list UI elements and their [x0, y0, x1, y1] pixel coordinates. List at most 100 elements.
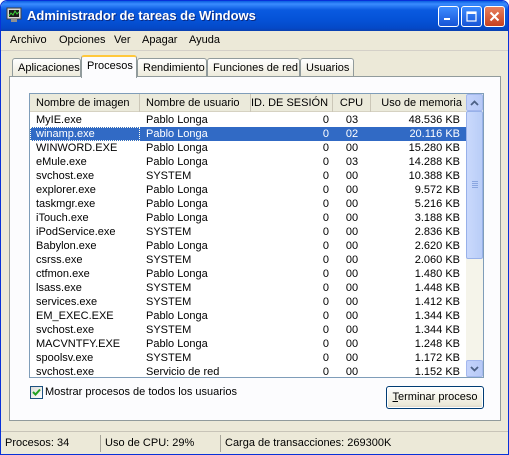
cell-user-name: Pablo Longa [146, 198, 208, 210]
column-header-image-name[interactable]: Nombre de imagen [30, 94, 140, 112]
cell-image-name: MACVNTFY.EXE [36, 338, 121, 350]
column-header-session-id[interactable]: ID. DE SESIÓN [251, 94, 333, 112]
table-row[interactable]: svchost.exe SYSTEM 0 00 1.344 KB [30, 323, 466, 337]
scroll-thumb[interactable] [466, 111, 483, 259]
cell-cpu: 00 [345, 198, 359, 210]
menu-bar: Archivo Opciones Ver Apagar Ayuda [1, 31, 508, 51]
tab-aplicaciones[interactable]: Aplicaciones [12, 58, 81, 78]
cell-session-id: 0 [322, 282, 329, 294]
table-row[interactable]: MACVNTFY.EXE Pablo Longa 0 00 1.248 KB [30, 337, 466, 351]
cell-user-name: SYSTEM [146, 296, 192, 308]
cell-session-id: 0 [322, 170, 329, 182]
scroll-up-button[interactable] [466, 94, 483, 111]
cell-cpu: 00 [345, 338, 359, 350]
maximize-button[interactable] [461, 6, 482, 27]
status-processes: Procesos: 34 [5, 437, 70, 449]
cell-user-name: Pablo Longa [146, 114, 208, 126]
table-row[interactable]: svchost.exe Servicio de red 0 00 1.152 KB [30, 365, 466, 377]
tab-strip: Aplicaciones Procesos Rendimiento Funcio… [1, 53, 508, 78]
cell-session-id: 0 [322, 114, 329, 126]
cell-cpu: 03 [345, 156, 359, 168]
column-header-memory[interactable]: Uso de memoria [371, 94, 466, 112]
table-row[interactable]: iTouch.exe Pablo Longa 0 00 3.188 KB [30, 211, 466, 225]
table-row[interactable]: ctfmon.exe Pablo Longa 0 00 1.480 KB [30, 267, 466, 281]
cell-user-name: Servicio de red [146, 366, 220, 377]
scroll-down-button[interactable] [466, 360, 483, 377]
column-header-user-name[interactable]: Nombre de usuario [140, 94, 251, 112]
cell-cpu: 03 [345, 114, 359, 126]
close-icon [489, 11, 500, 22]
cell-session-id: 0 [322, 310, 329, 322]
window-title: Administrador de tareas de Windows [27, 8, 256, 23]
cell-session-id: 0 [322, 254, 329, 266]
cell-session-id: 0 [322, 212, 329, 224]
close-button[interactable] [484, 6, 505, 27]
cell-memory: 2.620 KB [414, 240, 460, 252]
tab-rendimiento[interactable]: Rendimiento [137, 58, 207, 78]
cell-session-id: 0 [322, 142, 329, 154]
menu-ver[interactable]: Ver [114, 34, 131, 46]
vertical-scrollbar[interactable] [466, 94, 483, 377]
cell-image-name: taskmgr.exe [36, 198, 96, 210]
table-row[interactable]: EM_EXEC.EXE Pablo Longa 0 00 1.344 KB [30, 309, 466, 323]
cell-session-id: 0 [322, 352, 329, 364]
cell-cpu: 00 [345, 324, 359, 336]
cell-memory: 20.116 KB [409, 128, 460, 140]
table-row[interactable]: lsass.exe SYSTEM 0 00 1.448 KB [30, 281, 466, 295]
cell-image-name: iPodService.exe [36, 226, 116, 238]
cell-cpu: 00 [345, 240, 359, 252]
menu-archivo[interactable]: Archivo [10, 34, 47, 46]
cell-session-id: 0 [322, 198, 329, 210]
cell-user-name: Pablo Longa [146, 338, 208, 350]
table-row[interactable]: svchost.exe SYSTEM 0 00 10.388 KB [30, 169, 466, 183]
cell-user-name: Pablo Longa [146, 128, 208, 140]
cell-memory: 5.216 KB [414, 198, 460, 210]
cell-cpu: 00 [345, 254, 359, 266]
end-process-button[interactable]: Terminar proceso [386, 386, 484, 409]
tab-funciones-de-red[interactable]: Funciones de red [207, 58, 300, 78]
tab-procesos[interactable]: Procesos [81, 55, 137, 78]
checkmark-icon [32, 388, 41, 396]
table-row[interactable]: WINWORD.EXE Pablo Longa 0 00 15.280 KB [30, 141, 466, 155]
cell-image-name: svchost.exe [36, 324, 95, 336]
show-all-users-label[interactable]: Mostrar procesos de todos los usuarios [45, 386, 237, 398]
cell-memory: 1.248 KB [414, 338, 460, 350]
table-row[interactable]: csrss.exe SYSTEM 0 00 2.060 KB [30, 253, 466, 267]
show-all-users-checkbox[interactable] [30, 386, 43, 399]
menu-apagar[interactable]: Apagar [142, 34, 177, 46]
process-list[interactable]: Nombre de imagen Nombre de usuario ID. D… [29, 93, 484, 378]
tab-usuarios[interactable]: Usuarios [300, 58, 354, 78]
table-row[interactable]: winamp.exe Pablo Longa 0 02 20.116 KB [30, 127, 466, 141]
status-cpu-usage: Uso de CPU: 29% [100, 435, 218, 452]
table-row[interactable]: explorer.exe Pablo Longa 0 00 9.572 KB [30, 183, 466, 197]
cell-image-name: WINWORD.EXE [36, 142, 118, 154]
title-bar[interactable]: Administrador de tareas de Windows [1, 1, 508, 31]
minimize-icon [444, 18, 450, 20]
table-row[interactable]: taskmgr.exe Pablo Longa 0 00 5.216 KB [30, 197, 466, 211]
table-row[interactable]: Babylon.exe Pablo Longa 0 00 2.620 KB [30, 239, 466, 253]
menu-ayuda[interactable]: Ayuda [189, 34, 220, 46]
cell-user-name: SYSTEM [146, 254, 192, 266]
maximize-icon [466, 11, 477, 22]
cell-image-name: iTouch.exe [36, 212, 89, 224]
cell-cpu: 00 [345, 310, 359, 322]
table-row[interactable]: iPodService.exe SYSTEM 0 00 2.836 KB [30, 225, 466, 239]
cell-cpu: 00 [345, 296, 359, 308]
cell-memory: 1.172 KB [414, 352, 460, 364]
cell-memory: 14.288 KB [408, 156, 460, 168]
menu-opciones[interactable]: Opciones [59, 34, 105, 46]
cell-user-name: SYSTEM [146, 282, 192, 294]
cell-image-name: csrss.exe [36, 254, 83, 266]
cell-image-name: EM_EXEC.EXE [36, 310, 114, 322]
status-commit-charge: Carga de transacciones: 269300K [220, 435, 508, 452]
cell-session-id: 0 [322, 128, 329, 140]
table-row[interactable]: spoolsv.exe SYSTEM 0 00 1.172 KB [30, 351, 466, 365]
cell-memory: 2.060 KB [414, 254, 460, 266]
minimize-button[interactable] [438, 6, 459, 27]
cell-session-id: 0 [322, 296, 329, 308]
cell-memory: 1.448 KB [414, 282, 460, 294]
table-row[interactable]: services.exe SYSTEM 0 00 1.412 KB [30, 295, 466, 309]
table-row[interactable]: MyIE.exe Pablo Longa 0 03 48.536 KB [30, 113, 466, 127]
table-row[interactable]: eMule.exe Pablo Longa 0 03 14.288 KB [30, 155, 466, 169]
column-header-cpu[interactable]: CPU [333, 94, 371, 112]
